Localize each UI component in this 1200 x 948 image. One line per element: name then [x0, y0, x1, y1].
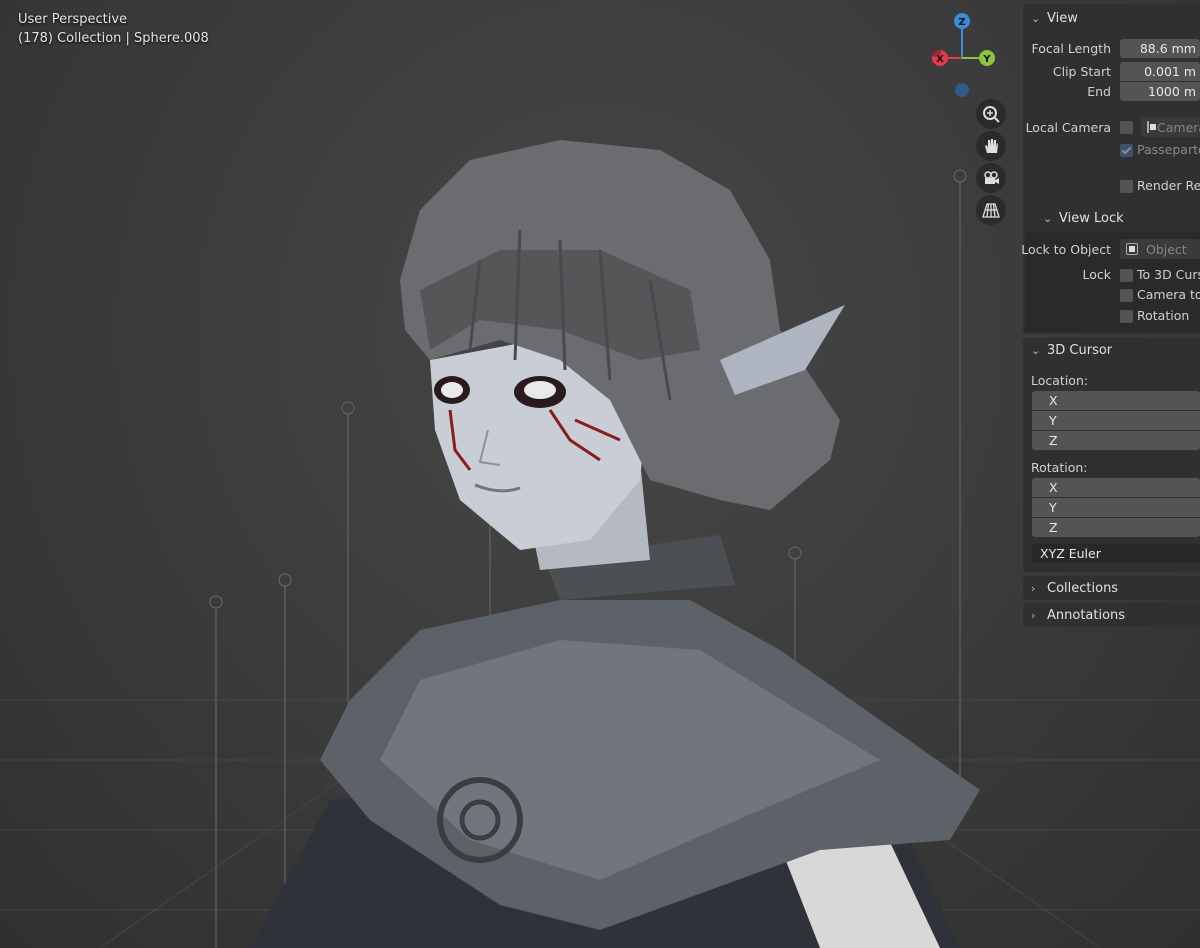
clip-start-field[interactable]: 0.001 m	[1120, 62, 1200, 81]
n-panel-sidebar: ⌄ View Focal Length 88.6 mm Clip Start 0…	[1021, 0, 1200, 948]
cursor-panel-title: 3D Cursor	[1047, 342, 1113, 358]
viewport-collection-label: (178) Collection | Sphere.008	[18, 31, 209, 46]
camera-icon[interactable]	[976, 163, 1006, 193]
local-camera-label: Local Camera	[1025, 120, 1111, 135]
viewport-scene	[0, 140, 1200, 948]
passepartout-label: Passepartout	[1137, 142, 1200, 157]
clip-start-label: Clip Start	[1052, 64, 1111, 79]
cursor-rotation-label: Rotation:	[1031, 460, 1088, 475]
collections-title: Collections	[1047, 580, 1119, 596]
annotations-title: Annotations	[1047, 607, 1126, 623]
local-camera-checkbox[interactable]	[1120, 121, 1133, 134]
clip-end-field[interactable]: 1000 m	[1120, 82, 1200, 101]
chevron-down-icon: ⌄	[1031, 11, 1041, 25]
view-panel-header[interactable]: ⌄ View	[1031, 8, 1078, 28]
3d-viewport[interactable]: User Perspective (178) Collection | Sphe…	[0, 0, 1200, 948]
rotation-lock-label: Rotation	[1137, 308, 1190, 323]
character-model	[250, 140, 980, 948]
lock-to-object-label: Lock to Object	[1021, 242, 1111, 257]
view-lock-header[interactable]: ⌄ View Lock	[1043, 208, 1124, 228]
lock-to-object-placeholder: Object	[1146, 241, 1187, 257]
cursor-location-z[interactable]: Z	[1032, 431, 1200, 450]
camera-to-view-label: Camera to View	[1137, 287, 1200, 302]
hand-pan-icon[interactable]	[976, 131, 1006, 161]
annotations-panel-header[interactable]: › Annotations	[1031, 605, 1125, 625]
lock-label: Lock	[1082, 267, 1111, 282]
render-region-label: Render Region	[1137, 178, 1200, 193]
chevron-right-icon: ›	[1031, 581, 1036, 595]
gizmo-z-label: Z	[958, 17, 965, 28]
cursor-rotation-z[interactable]: Z	[1032, 518, 1200, 537]
viewport-perspective-label: User Perspective	[18, 12, 128, 27]
passepartout-checkbox[interactable]	[1120, 144, 1133, 157]
collections-panel-header[interactable]: › Collections	[1031, 578, 1118, 598]
view-panel-title: View	[1047, 10, 1078, 26]
cursor-panel-header[interactable]: ⌄ 3D Cursor	[1031, 340, 1112, 360]
render-region-checkbox[interactable]	[1120, 180, 1133, 193]
object-icon	[1126, 243, 1138, 255]
lock-to-object-field[interactable]: Object	[1120, 239, 1200, 259]
cursor-rotation-y[interactable]: Y	[1032, 498, 1200, 517]
focal-length-field[interactable]: 88.6 mm	[1120, 39, 1200, 58]
chevron-down-icon: ⌄	[1031, 343, 1041, 357]
gizmo-y-label: Y	[982, 54, 991, 65]
rotation-mode-dropdown[interactable]: XYZ Euler	[1032, 544, 1200, 563]
view-lock-title: View Lock	[1059, 210, 1124, 226]
to-3d-cursor-label: To 3D Cursor	[1137, 267, 1200, 282]
cursor-location-label: Location:	[1031, 373, 1089, 388]
local-camera-value: Camera	[1157, 119, 1200, 135]
rotation-lock-checkbox[interactable]	[1120, 310, 1133, 323]
zoom-in-icon[interactable]	[976, 99, 1006, 129]
clip-end-label: End	[1087, 84, 1111, 99]
cursor-rotation-x[interactable]: X	[1032, 478, 1200, 497]
grid-perspective-icon[interactable]	[976, 195, 1006, 225]
camera-object-icon	[1147, 121, 1156, 133]
cursor-location-x[interactable]: X	[1032, 391, 1200, 410]
camera-to-view-checkbox[interactable]	[1120, 289, 1133, 302]
chevron-right-icon: ›	[1031, 608, 1036, 622]
navigation-gizmo[interactable]: Z Y X	[925, 10, 1005, 100]
chevron-down-icon: ⌄	[1043, 211, 1053, 225]
focal-length-label: Focal Length	[1031, 41, 1112, 56]
cursor-location-y[interactable]: Y	[1032, 411, 1200, 430]
local-camera-field[interactable]: Camera	[1141, 117, 1200, 137]
to-3d-cursor-checkbox[interactable]	[1120, 269, 1133, 282]
